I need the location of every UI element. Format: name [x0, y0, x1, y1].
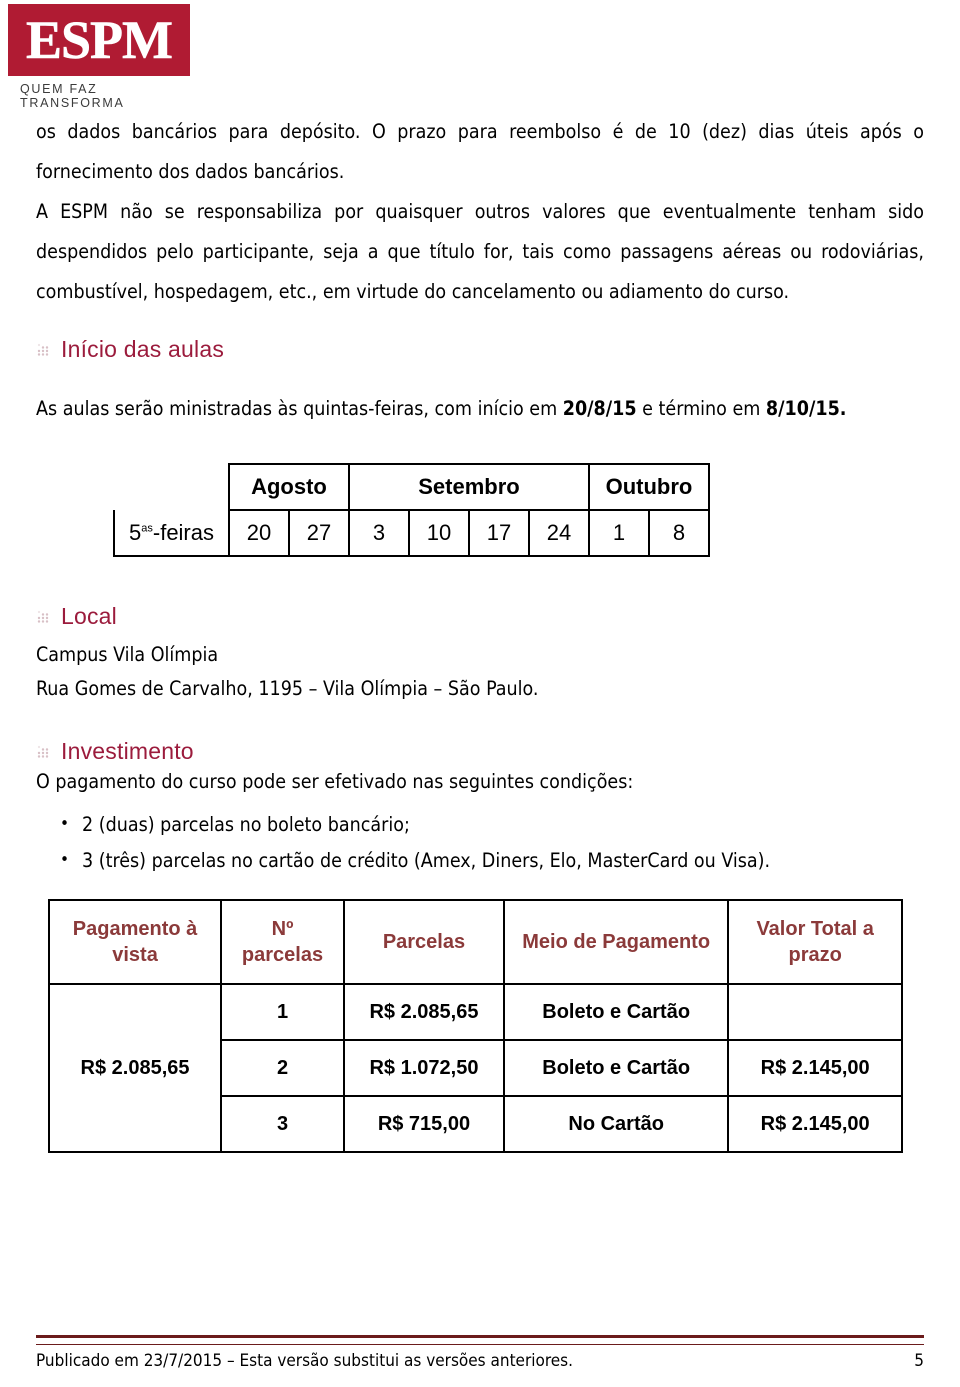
payment-header-parcelas: Parcelas	[342, 899, 505, 985]
dot-grid-icon	[36, 342, 52, 358]
document-page: ESPM QUEM FAZ TRANSFORMA os dados bancár…	[0, 0, 960, 1387]
footer-page-number: 5	[914, 1351, 924, 1371]
row-label-superscript: as	[141, 522, 153, 535]
footer-row: Publicado em 23/7/2015 – Esta versão sub…	[36, 1351, 924, 1371]
aulas-intro-middle: e término em	[636, 397, 766, 420]
section-heading-label: Início das aulas	[61, 336, 225, 362]
investimento-intro: O pagamento do curso pode ser efetivado …	[36, 770, 634, 793]
calendar-day: 1	[588, 509, 650, 557]
section-heading-local: Local	[36, 603, 924, 630]
calendar-row-label: 5as-feiras	[113, 510, 230, 557]
payment-parcela-value: R$ 2.085,65	[342, 983, 505, 1041]
calendar-table: Agosto Setembro Outubro 5as-feiras 20 27…	[113, 463, 710, 557]
paragraph-responsabilidade: A ESPM não se responsabiliza por quaisqu…	[36, 200, 924, 303]
logo-wordmark: ESPM	[25, 10, 174, 70]
investimento-conditions-list: 2 (duas) parcelas no boleto bancário; 3 …	[36, 806, 924, 879]
calendar-day: 20	[228, 509, 290, 557]
section-heading-label: Local	[61, 603, 117, 629]
aulas-intro-prefix: As aulas serão ministradas às quintas-fe…	[36, 397, 563, 420]
local-campus: Campus Vila Olímpia	[36, 643, 219, 666]
footer-divider	[36, 1335, 924, 1345]
document-content: os dados bancários para depósito. O praz…	[36, 112, 924, 1153]
payment-table-wrapper: Pagamento à vista Nº parcelas Parcelas M…	[47, 899, 924, 1153]
payment-header-valor-total-a-prazo: Valor Total a prazo	[727, 899, 903, 985]
aulas-start-date: 20/8/15	[562, 397, 637, 420]
calendar-day: 3	[348, 509, 410, 557]
aulas-intro-suffix: .	[839, 397, 847, 420]
payment-meio: Boleto e Cartão	[502, 983, 730, 1041]
payment-header-meio-de-pagamento: Meio de Pagamento	[502, 899, 730, 985]
payment-n-parcelas: 1	[220, 983, 345, 1041]
payment-header-row: Pagamento à vista Nº parcelas Parcelas M…	[47, 899, 903, 985]
section-heading-label: Investimento	[61, 738, 194, 764]
logo-box: ESPM	[8, 4, 190, 76]
page-footer: Publicado em 23/7/2015 – Esta versão sub…	[36, 1335, 924, 1371]
section-heading-inicio-das-aulas: Início das aulas	[36, 336, 924, 363]
condition-item: 3 (três) parcelas no cartão de crédito (…	[60, 842, 924, 879]
espm-logo: ESPM QUEM FAZ TRANSFORMA	[8, 4, 198, 110]
calendar-day: 17	[468, 509, 530, 557]
paragraph-reembolso: os dados bancários para depósito. O praz…	[36, 120, 924, 183]
payment-meio: No Cartão	[502, 1095, 730, 1153]
payment-parcela-value: R$ 715,00	[342, 1095, 505, 1153]
calendar-day: 27	[288, 509, 350, 557]
footer-note: Publicado em 23/7/2015 – Esta versão sub…	[36, 1351, 574, 1371]
calendar-day: 10	[408, 509, 470, 557]
payment-header-pagamento-a-vista: Pagamento à vista	[47, 899, 223, 985]
paragraph-aulas-datas: As aulas serão ministradas às quintas-fe…	[36, 389, 924, 429]
calendar-month-outubro: Outubro	[588, 463, 710, 511]
payment-n-parcelas: 2	[220, 1039, 345, 1097]
section-investimento: Investimento O pagamento do curso pode s…	[36, 738, 924, 879]
logo-tagline: QUEM FAZ TRANSFORMA	[20, 82, 125, 110]
local-address: Rua Gomes de Carvalho, 1195 – Vila Olímp…	[36, 677, 539, 700]
calendar-day: 8	[648, 509, 710, 557]
calendar-month-agosto: Agosto	[228, 463, 350, 511]
payment-total	[727, 983, 903, 1041]
section-local: Local Campus Vila Olímpia Rua Gomes de C…	[36, 603, 924, 706]
calendar-table-wrapper: Agosto Setembro Outubro 5as-feiras 20 27…	[113, 463, 924, 557]
payment-row: R$ 2.085,65 1 R$ 2.085,65 Boleto e Cartã…	[47, 983, 903, 1153]
calendar-month-setembro: Setembro	[348, 463, 590, 511]
calendar-days-row: 5as-feiras 20 27 3 10 17 24 1 8	[113, 509, 710, 557]
payment-table: Pagamento à vista Nº parcelas Parcelas M…	[47, 899, 903, 1153]
payment-meio: Boleto e Cartão	[502, 1039, 730, 1097]
dot-grid-icon	[36, 609, 52, 625]
payment-n-parcelas: 3	[220, 1095, 345, 1153]
calendar-corner-cell	[114, 464, 229, 510]
row-label-rest: -feiras	[152, 519, 214, 545]
calendar-day: 24	[528, 509, 590, 557]
dot-grid-icon	[36, 744, 52, 760]
calendar-header-row: Agosto Setembro Outubro	[114, 463, 710, 511]
row-label-number: 5	[129, 519, 142, 545]
payment-total: R$ 2.145,00	[727, 1095, 903, 1153]
payment-header-n-parcelas: Nº parcelas	[220, 899, 345, 985]
payment-parcela-value: R$ 1.072,50	[342, 1039, 505, 1097]
section-heading-investimento: Investimento	[36, 738, 924, 765]
aulas-end-date: 8/10/15	[765, 397, 840, 420]
payment-total: R$ 2.145,00	[727, 1039, 903, 1097]
condition-item: 2 (duas) parcelas no boleto bancário;	[60, 806, 924, 843]
payment-a-vista-value: R$ 2.085,65	[47, 983, 223, 1153]
